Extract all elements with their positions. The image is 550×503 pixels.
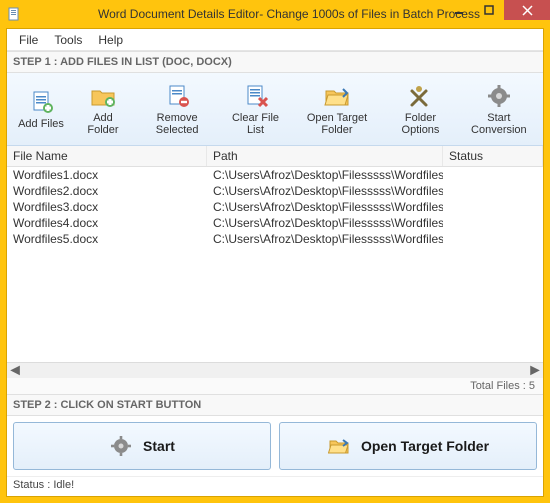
table-row[interactable]: Wordfiles1.docxC:\Users\Afroz\Desktop\Fi… bbox=[7, 167, 543, 183]
add-folder-button[interactable]: Add Folder bbox=[73, 77, 133, 141]
folder-add-icon bbox=[88, 82, 118, 110]
table-row[interactable]: Wordfiles4.docxC:\Users\Afroz\Desktop\Fi… bbox=[7, 215, 543, 231]
remove-selected-label: Remove Selected bbox=[142, 112, 212, 136]
cell-path: C:\Users\Afroz\Desktop\Filesssss\Wordfil… bbox=[207, 231, 443, 247]
start-conversion-button[interactable]: Start Conversion bbox=[459, 77, 539, 141]
cell-path: C:\Users\Afroz\Desktop\Filesssss\Wordfil… bbox=[207, 215, 443, 231]
open-target-folder-big-label: Open Target Folder bbox=[361, 438, 489, 454]
cell-path: C:\Users\Afroz\Desktop\Filesssss\Wordfil… bbox=[207, 167, 443, 183]
list-body[interactable]: Wordfiles1.docxC:\Users\Afroz\Desktop\Fi… bbox=[7, 167, 543, 362]
minimize-button[interactable] bbox=[444, 0, 474, 20]
cell-status bbox=[443, 215, 543, 231]
step1-label: STEP 1 : ADD FILES IN LIST (DOC, DOCX) bbox=[7, 51, 543, 73]
status-bar: Status : Idle! bbox=[7, 476, 543, 496]
table-row[interactable]: Wordfiles3.docxC:\Users\Afroz\Desktop\Fi… bbox=[7, 199, 543, 215]
folder-options-button[interactable]: Folder Options bbox=[384, 77, 456, 141]
step2-label: STEP 2 : CLICK ON START BUTTON bbox=[7, 394, 543, 416]
remove-selected-button[interactable]: Remove Selected bbox=[135, 77, 219, 141]
table-row[interactable]: Wordfiles2.docxC:\Users\Afroz\Desktop\Fi… bbox=[7, 183, 543, 199]
cell-filename: Wordfiles5.docx bbox=[7, 231, 207, 247]
app-window: Word Document Details Editor- Change 100… bbox=[0, 0, 550, 503]
titlebar[interactable]: Word Document Details Editor- Change 100… bbox=[0, 0, 550, 28]
col-header-filename[interactable]: File Name bbox=[7, 146, 207, 166]
gear-icon bbox=[109, 434, 133, 458]
client-area: File Tools Help STEP 1 : ADD FILES IN LI… bbox=[6, 28, 544, 497]
app-icon bbox=[6, 6, 22, 22]
add-files-label: Add Files bbox=[18, 118, 64, 130]
cell-filename: Wordfiles1.docx bbox=[7, 167, 207, 183]
col-header-status[interactable]: Status bbox=[443, 146, 543, 166]
scroll-left-icon[interactable]: ◄ bbox=[7, 363, 23, 379]
cell-path: C:\Users\Afroz\Desktop\Filesssss\Wordfil… bbox=[207, 183, 443, 199]
menu-file[interactable]: File bbox=[11, 31, 46, 49]
clear-file-list-button[interactable]: Clear File List bbox=[221, 77, 289, 141]
cell-status bbox=[443, 167, 543, 183]
cell-filename: Wordfiles4.docx bbox=[7, 215, 207, 231]
window-controls bbox=[444, 0, 550, 20]
file-add-icon bbox=[26, 88, 56, 116]
start-label: Start bbox=[143, 438, 175, 454]
cell-status bbox=[443, 199, 543, 215]
cell-status bbox=[443, 231, 543, 247]
start-conversion-label: Start Conversion bbox=[466, 112, 532, 136]
cell-filename: Wordfiles3.docx bbox=[7, 199, 207, 215]
table-row[interactable]: Wordfiles5.docxC:\Users\Afroz\Desktop\Fi… bbox=[7, 231, 543, 247]
folder-open-icon bbox=[327, 434, 351, 458]
open-target-folder-label: Open Target Folder bbox=[299, 112, 376, 136]
close-button[interactable] bbox=[504, 0, 550, 20]
menubar: File Tools Help bbox=[7, 29, 543, 51]
add-files-button[interactable]: Add Files bbox=[11, 77, 71, 141]
cell-path: C:\Users\Afroz\Desktop\Filesssss\Wordfil… bbox=[207, 199, 443, 215]
clear-list-icon bbox=[241, 82, 271, 110]
options-icon bbox=[405, 82, 435, 110]
file-list: File Name Path Status Wordfiles1.docxC:\… bbox=[7, 146, 543, 378]
step2-buttons: Start Open Target Folder bbox=[7, 416, 543, 476]
maximize-button[interactable] bbox=[474, 0, 504, 20]
toolbar: Add Files Add Folder Remove Selected Cle… bbox=[7, 73, 543, 146]
cell-filename: Wordfiles2.docx bbox=[7, 183, 207, 199]
list-header: File Name Path Status bbox=[7, 146, 543, 167]
scroll-right-icon[interactable]: ► bbox=[527, 363, 543, 379]
folder-open-icon bbox=[322, 82, 352, 110]
cell-status bbox=[443, 183, 543, 199]
add-folder-label: Add Folder bbox=[80, 112, 126, 136]
col-header-path[interactable]: Path bbox=[207, 146, 443, 166]
total-files-label: Total Files : 5 bbox=[7, 378, 543, 394]
gear-icon bbox=[484, 82, 514, 110]
open-target-folder-big-button[interactable]: Open Target Folder bbox=[279, 422, 537, 470]
clear-file-list-label: Clear File List bbox=[228, 112, 282, 136]
file-remove-icon bbox=[162, 82, 192, 110]
horizontal-scrollbar[interactable]: ◄ ► bbox=[7, 362, 543, 378]
start-button[interactable]: Start bbox=[13, 422, 271, 470]
open-target-folder-button[interactable]: Open Target Folder bbox=[292, 77, 383, 141]
menu-tools[interactable]: Tools bbox=[46, 31, 90, 49]
folder-options-label: Folder Options bbox=[391, 112, 449, 136]
menu-help[interactable]: Help bbox=[90, 31, 131, 49]
